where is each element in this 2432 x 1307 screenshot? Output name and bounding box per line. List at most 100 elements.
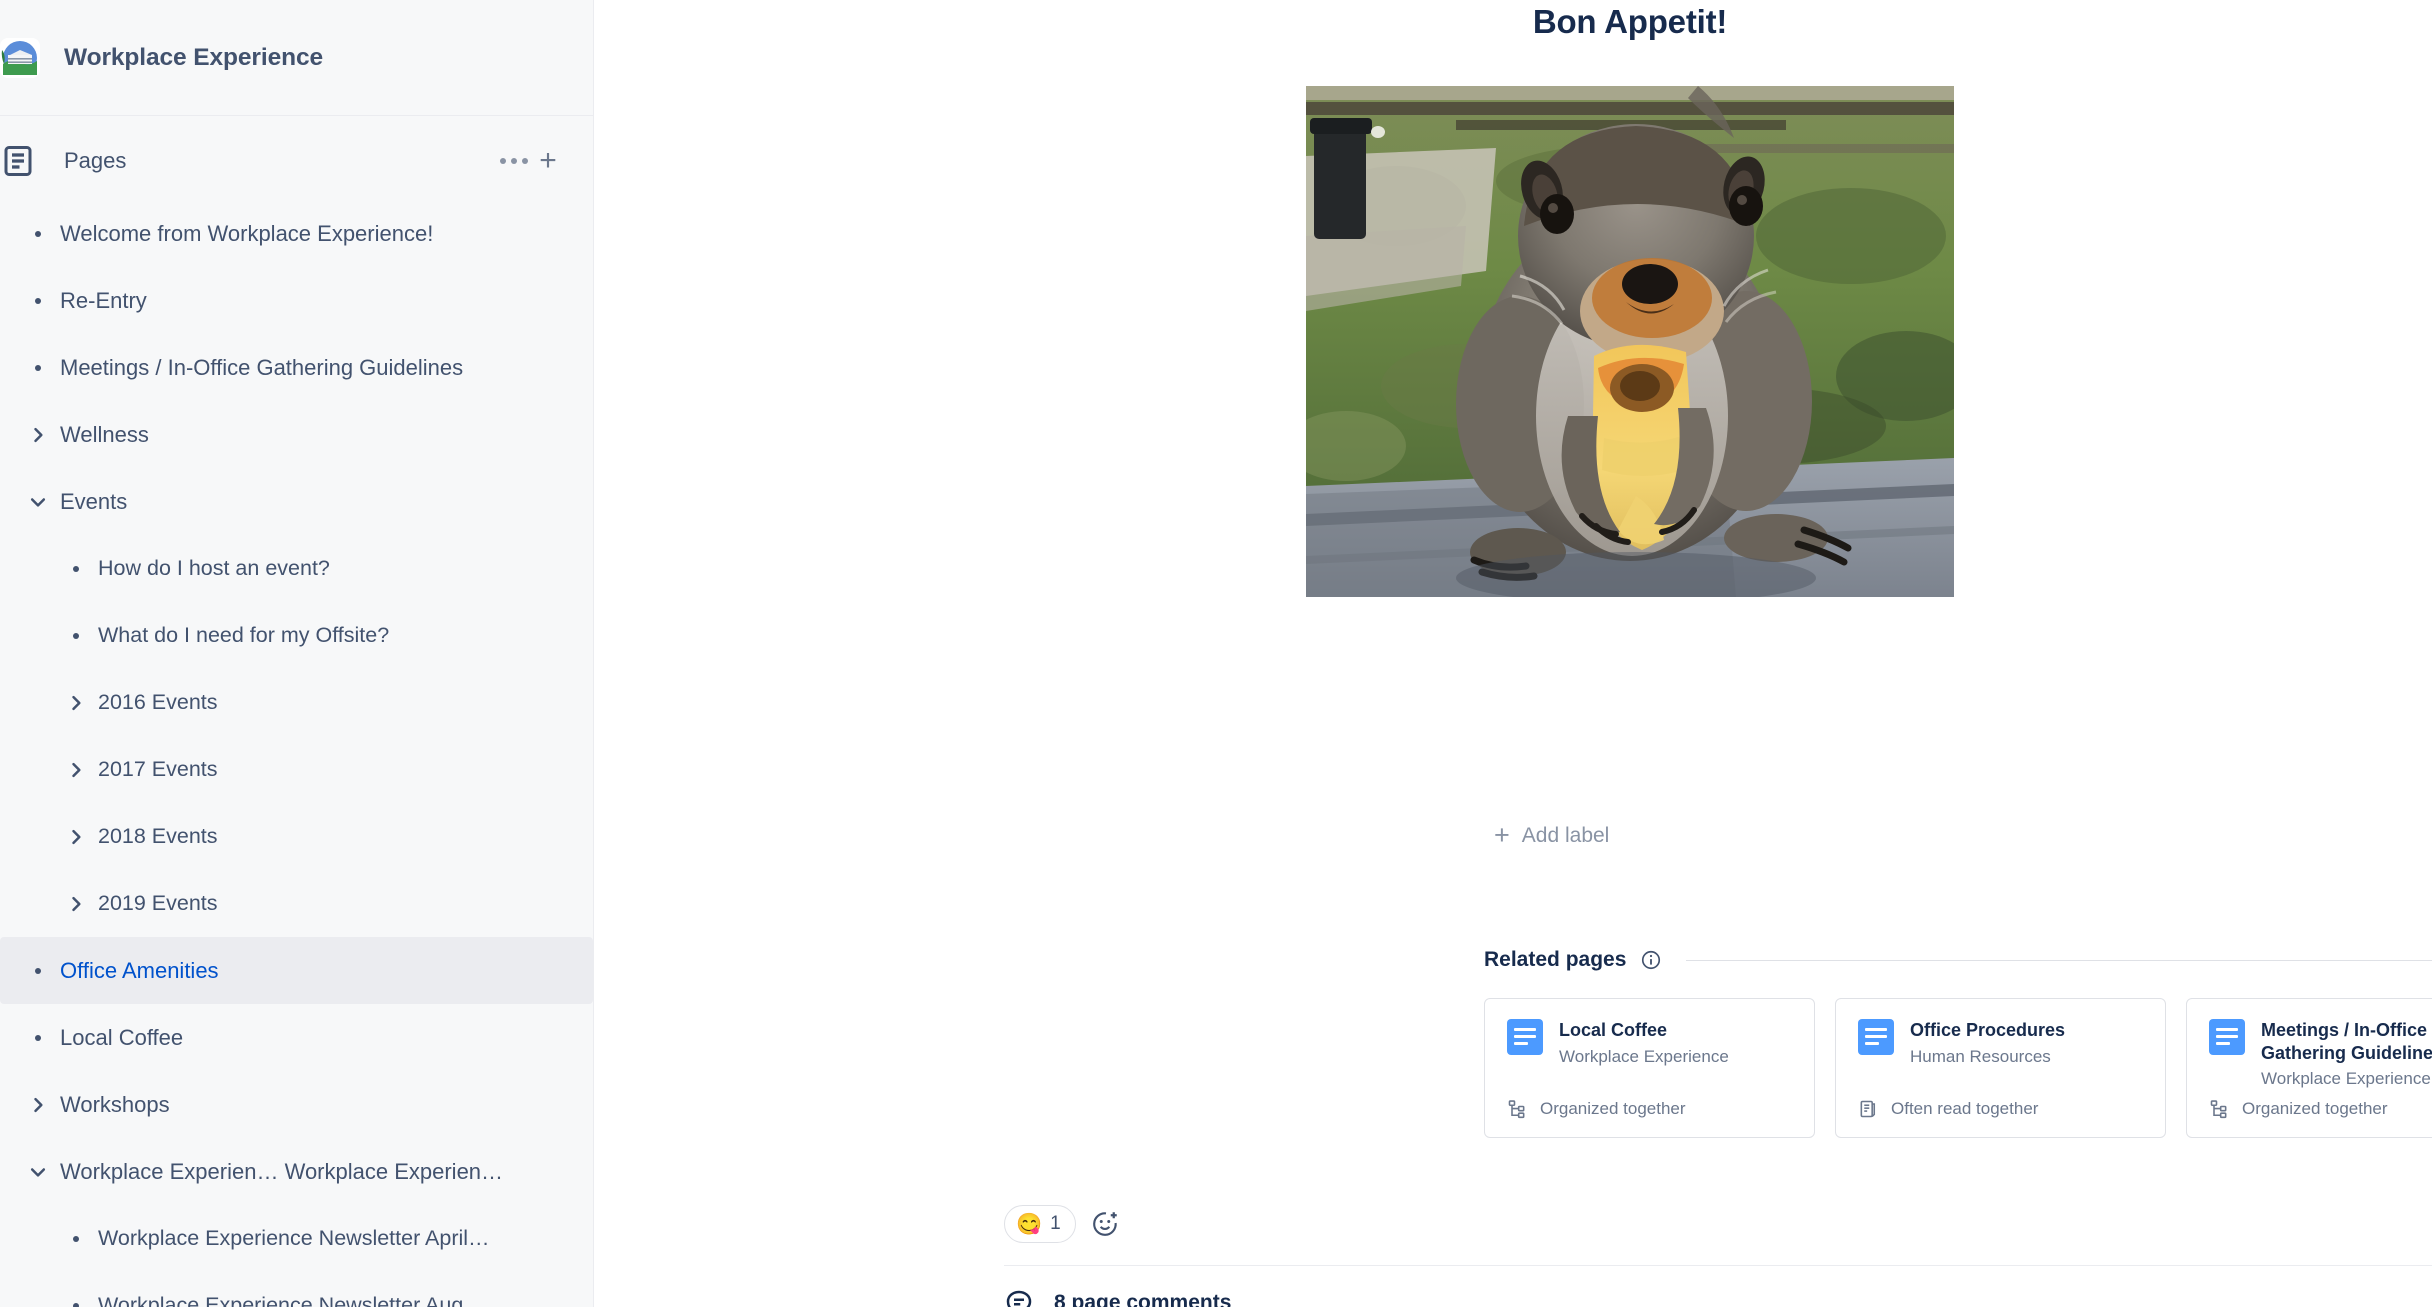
yum-face-emoji: 😋	[1016, 1212, 1043, 1236]
sidebar-item-re-entry[interactable]: Re-Entry	[0, 267, 593, 334]
space-avatar-icon	[0, 37, 40, 78]
related-card-top: Meetings / In-Office Gathering Guideline…	[2209, 1019, 2432, 1089]
page-tree: Welcome from Workplace Experience! Re-Ent…	[0, 194, 593, 1307]
pages-section-header: Pages +	[0, 128, 593, 194]
space-header[interactable]: Workplace Experience	[0, 0, 593, 116]
related-card-title: Local Coffee	[1559, 1020, 1668, 1040]
content-column: Bon Appetit!	[1110, 0, 2150, 597]
sidebar-item-welcome-from-workplace-experience[interactable]: Welcome from Workplace Experience!	[0, 200, 593, 267]
chevron-right-icon[interactable]	[20, 1095, 56, 1115]
related-card-space: Human Resources	[1910, 1046, 2051, 1066]
comments-divider	[1004, 1265, 2432, 1266]
sidebar-item-label: Office Amenities	[60, 957, 219, 983]
sidebar-item-events[interactable]: Events	[0, 468, 593, 535]
related-card-reason-label: Organized together	[1540, 1099, 1686, 1118]
related-card-reason: Organized together	[2209, 1099, 2388, 1119]
more-horizontal-icon	[500, 158, 528, 164]
sidebar-item-local-coffee[interactable]: Local Coffee	[0, 1004, 593, 1071]
related-pages-header: Related pages	[1484, 940, 2432, 980]
chevron-right-icon[interactable]	[58, 827, 94, 847]
pages-more-button[interactable]	[497, 144, 531, 178]
sidebar-item-how-do-i-host-an-event[interactable]: How do I host an event?	[0, 535, 593, 602]
related-card-text: Local Coffee Workplace Experience	[1559, 1019, 1729, 1067]
pages-section-label: Pages	[64, 148, 127, 173]
add-label-text: Add label	[1521, 823, 1610, 847]
related-page-card[interactable]: Meetings / In-Office Gathering Guideline…	[2186, 998, 2432, 1138]
hierarchy-tree-icon	[2209, 1099, 2229, 1119]
reaction-pill-yum[interactable]: 😋 1	[1004, 1205, 1076, 1243]
chevron-down-icon[interactable]	[20, 492, 56, 512]
bullet-icon	[58, 632, 94, 639]
comment-bubble-icon	[1004, 1288, 1034, 1307]
plus-icon: +	[1494, 820, 1510, 850]
pages-add-button[interactable]: +	[531, 144, 565, 178]
info-circle-icon[interactable]	[1640, 949, 1662, 971]
add-label-button[interactable]: + Add label	[1494, 822, 1609, 849]
chevron-down-icon[interactable]	[20, 1162, 56, 1182]
chevron-right-icon[interactable]	[58, 894, 94, 914]
related-card-reason: Often read together	[1858, 1099, 2038, 1119]
related-card-reason: Organized together	[1507, 1099, 1686, 1119]
bullet-icon	[20, 297, 56, 304]
sidebar-item-label: What do I need for my Offsite?	[98, 623, 390, 647]
related-page-card[interactable]: Local Coffee Workplace Experience Organize…	[1484, 998, 1815, 1138]
related-card-space: Workplace Experience	[2261, 1069, 2431, 1088]
sidebar-item-label: 2019 Events	[98, 891, 218, 915]
sidebar-item-label: Meetings / In-Office Gathering Guideline…	[60, 354, 464, 380]
sidebar-item-2018-events[interactable]: 2018 Events	[0, 803, 593, 870]
bullet-icon	[58, 1302, 94, 1307]
related-card-top: Local Coffee Workplace Experience	[1507, 1019, 1792, 1067]
sidebar-item-label: Workshops	[60, 1091, 170, 1117]
sidebar-item-label: Workplace Experience Newsletter April…	[98, 1226, 490, 1250]
related-card-title: Meetings / In-Office Gathering Guideline…	[2261, 1020, 2432, 1063]
chevron-right-icon[interactable]	[58, 760, 94, 780]
sidebar-item-label: Local Coffee	[60, 1024, 184, 1050]
related-card-reason-label: Organized together	[2242, 1099, 2388, 1118]
add-reaction-icon[interactable]	[1090, 1209, 1120, 1239]
sidebar-item-workshops[interactable]: Workshops	[0, 1071, 593, 1138]
sidebar-item-meetings-in-office-gathering-guidelines[interactable]: Meetings / In-Office Gathering Guideline…	[0, 334, 593, 401]
bullet-icon	[20, 230, 56, 237]
sidebar-item-wellness[interactable]: Wellness	[0, 401, 593, 468]
sidebar-item-workplace-experience-newsletter-aug[interactable]: Workplace Experience Newsletter Aug…	[0, 1272, 593, 1307]
related-pages-rule	[1686, 959, 2432, 961]
sidebar-item-label: Wellness	[60, 421, 149, 447]
sidebar-item-label: How do I host an event?	[98, 556, 330, 580]
sidebar-item-2019-events[interactable]: 2019 Events	[0, 870, 593, 937]
sidebar-item-2017-events[interactable]: 2017 Events	[0, 736, 593, 803]
space-sidebar: Workplace Experience Pages + Welcome fro…	[0, 0, 594, 1307]
related-pages-cards: Local Coffee Workplace Experience Organize…	[1484, 998, 2432, 1138]
sidebar-item-label: Re-Entry	[60, 287, 147, 313]
sidebar-item-label: Welcome from Workplace Experience!	[60, 220, 434, 246]
related-pages-title: Related pages	[1484, 948, 1627, 971]
sidebar-item-workplace-experience-newsletter-april[interactable]: Workplace Experience Newsletter April…	[0, 1205, 593, 1272]
chevron-right-icon[interactable]	[58, 693, 94, 713]
sidebar-item-what-do-i-need-for-my-offsite[interactable]: What do I need for my Offsite?	[0, 602, 593, 669]
reactions-bar: 😋 1	[1004, 1205, 1120, 1243]
bullet-icon	[58, 1235, 94, 1242]
sidebar-item-2016-events[interactable]: 2016 Events	[0, 669, 593, 736]
related-card-text: Office Procedures Human Resources	[1910, 1019, 2065, 1067]
reaction-count: 1	[1050, 1213, 1061, 1234]
pages-document-icon	[0, 143, 36, 179]
page-document-icon	[2209, 1019, 2245, 1055]
sidebar-item-label: Events	[60, 488, 128, 514]
sidebar-item-label: 2017 Events	[98, 757, 218, 781]
sidebar-item-label: Workplace Experience Newsletter Aug…	[98, 1293, 485, 1307]
squirrel-eating-food-photo[interactable]	[1306, 85, 1954, 597]
related-card-top: Office Procedures Human Resources	[1858, 1019, 2143, 1067]
page-comments-header[interactable]: 8 page comments	[1004, 1288, 1231, 1307]
bullet-icon	[58, 565, 94, 572]
page-document-icon	[1858, 1019, 1894, 1055]
page-image-wrapper	[1110, 85, 2150, 597]
chevron-right-icon[interactable]	[20, 425, 56, 445]
bullet-icon	[20, 364, 56, 371]
sidebar-item-office-amenities[interactable]: Office Amenities	[0, 937, 593, 1004]
page-content: Bon Appetit! + Add label Related pages L…	[594, 0, 2432, 1307]
page-title: Bon Appetit!	[1532, 3, 1728, 40]
related-card-space: Workplace Experience	[1559, 1046, 1729, 1066]
related-page-card[interactable]: Office Procedures Human Resources Often re…	[1835, 998, 2166, 1138]
related-pages-section: Related pages Local Coffee Workplace Expe…	[1484, 940, 2432, 1138]
page-document-icon	[1507, 1019, 1543, 1055]
sidebar-item-workplace-experien-workplace-experien[interactable]: Workplace Experien… Workplace Experien…	[0, 1138, 593, 1205]
